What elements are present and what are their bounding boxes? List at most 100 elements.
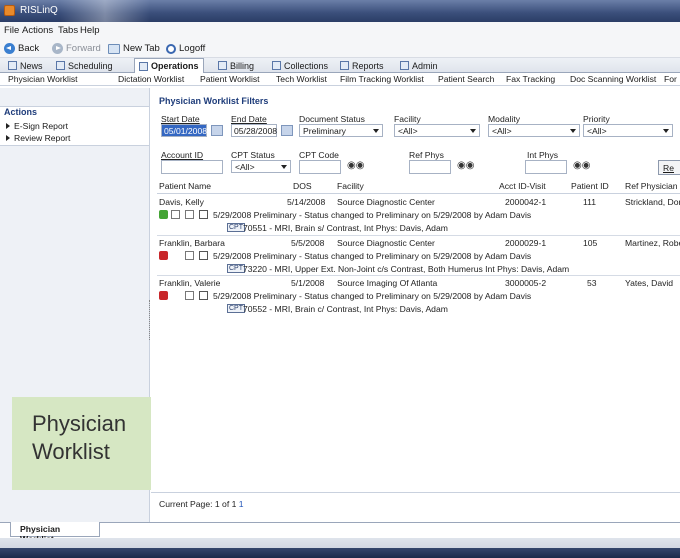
subtab-film-tracking[interactable]: Film Tracking Worklist (340, 74, 424, 84)
priority-label: Priority (583, 114, 610, 124)
page-link[interactable]: 1 (239, 499, 244, 509)
reports-icon (340, 61, 349, 70)
calendar-icon[interactable] (211, 125, 223, 136)
col-acct[interactable]: Acct ID-Visit (499, 181, 546, 191)
patient-id: 105 (583, 238, 598, 248)
forward-label: Forward (66, 43, 101, 54)
page-info: Current Page: 1 of 1 1 (159, 499, 244, 509)
binoculars-icon[interactable]: ◉◉ (573, 160, 590, 171)
select-checkbox[interactable] (171, 210, 180, 219)
tab-collections-label: Collections (284, 60, 329, 71)
taskbar-strip (0, 548, 680, 558)
tab-scheduling[interactable]: Scheduling (52, 58, 117, 73)
facility-label: Facility (394, 114, 421, 124)
refresh-button[interactable]: Re (658, 160, 680, 175)
billing-icon (218, 61, 227, 70)
tab-collections[interactable]: Collections (268, 58, 332, 73)
account-id-label: Account ID (161, 150, 204, 160)
worklist-subtabs: Physician Worklist Dictation Worklist Pa… (0, 73, 680, 86)
ref-phys-input[interactable] (409, 160, 451, 174)
calendar-icon[interactable] (281, 125, 293, 136)
menu-help[interactable]: Help (80, 25, 100, 36)
edit-icon[interactable] (185, 251, 194, 260)
menu-bar: File Actions Tabs Help (0, 22, 680, 38)
col-patient-id[interactable]: Patient ID (571, 181, 609, 191)
subtab-patient-search[interactable]: Patient Search (438, 74, 494, 84)
facility-select[interactable]: <All> (394, 124, 480, 137)
binoculars-icon[interactable]: ◉◉ (457, 160, 474, 171)
patient-name[interactable]: Davis, Kelly (159, 197, 204, 207)
subtab-patient-worklist[interactable]: Patient Worklist (200, 74, 260, 84)
subtab-fax-tracking[interactable]: Fax Tracking (506, 74, 555, 84)
chevron-down-icon (281, 165, 287, 169)
document-icon[interactable] (199, 291, 208, 300)
tab-reports-label: Reports (352, 60, 384, 71)
logoff-label: Logoff (179, 43, 206, 54)
document-icon[interactable] (199, 210, 208, 219)
start-date-input[interactable]: 05/01/2008 (161, 124, 207, 137)
priority-select[interactable]: <All> (583, 124, 673, 137)
patient-facility: Source Diagnostic Center (337, 238, 435, 248)
status-green-icon (159, 210, 168, 219)
patient-name[interactable]: Franklin, Valerie (159, 278, 220, 288)
tab-billing[interactable]: Billing (214, 58, 258, 73)
forward-arrow-icon (52, 43, 63, 54)
patient-id: 111 (583, 197, 597, 207)
patient-dos: 5/5/2008 (291, 238, 325, 248)
status-line: 5/29/2008 Preliminary - Status changed t… (213, 291, 532, 301)
int-phys-input[interactable] (525, 160, 567, 174)
status-red-icon (159, 291, 168, 300)
chevron-down-icon (663, 129, 669, 133)
tab-admin[interactable]: Admin (396, 58, 442, 73)
procedure-detail: 70552 - MRI, Brain c/ Contrast, Int Phys… (243, 304, 448, 314)
patient-acct: 2000042-1 (505, 197, 547, 207)
new-tab-button[interactable]: New Tab (108, 42, 160, 55)
chevron-down-icon (570, 129, 576, 133)
cpt-code-input[interactable] (299, 160, 341, 174)
tab-news[interactable]: News (4, 58, 47, 73)
patient-name[interactable]: Franklin, Barbara (159, 238, 225, 248)
cpt-status-label: CPT Status (231, 150, 275, 160)
col-ref-physician[interactable]: Ref Physician (625, 181, 678, 191)
col-patient-name[interactable]: Patient Name (159, 181, 211, 191)
tab-physician-worklist-bottom[interactable]: Physician Worklist (10, 522, 100, 544)
menu-file[interactable]: File (4, 25, 19, 36)
logoff-button[interactable]: Logoff (166, 42, 205, 55)
action-review-report[interactable]: Review Report (6, 133, 70, 143)
tab-news-label: News (20, 60, 43, 71)
page-label: Current Page: 1 of 1 (159, 499, 237, 509)
menu-actions[interactable]: Actions (22, 25, 53, 36)
row-divider (157, 235, 680, 236)
subtab-dictation-worklist[interactable]: Dictation Worklist (118, 74, 184, 84)
operations-icon (139, 61, 148, 71)
tab-reports[interactable]: Reports (336, 58, 388, 73)
binoculars-icon[interactable]: ◉◉ (347, 160, 364, 171)
new-tab-icon (108, 43, 120, 54)
subtab-tech-worklist[interactable]: Tech Worklist (276, 74, 327, 84)
modality-value: <All> (492, 126, 512, 136)
subtab-physician-worklist[interactable]: Physician Worklist (8, 74, 78, 84)
window-title: RISLinQ (20, 5, 58, 16)
tab-operations[interactable]: Operations (134, 58, 204, 74)
header-divider (157, 193, 680, 194)
edit-icon[interactable] (185, 210, 194, 219)
document-icon[interactable] (199, 251, 208, 260)
subtab-more[interactable]: For (664, 74, 677, 84)
col-dos[interactable]: DOS (293, 181, 312, 191)
edit-icon[interactable] (185, 291, 194, 300)
collections-icon (272, 61, 281, 70)
doc-status-select[interactable]: Preliminary (299, 124, 383, 137)
back-button[interactable]: Back (4, 42, 39, 55)
account-id-input[interactable] (161, 160, 223, 174)
col-facility[interactable]: Facility (337, 181, 364, 191)
action-esign-report[interactable]: E-Sign Report (6, 121, 68, 131)
triangle-right-icon (6, 123, 10, 129)
modality-select[interactable]: <All> (488, 124, 580, 137)
menu-tabs[interactable]: Tabs (58, 25, 78, 36)
end-date-input[interactable]: 05/28/2008 (231, 124, 277, 137)
subtab-doc-scanning[interactable]: Doc Scanning Worklist (570, 74, 656, 84)
title-glare (60, 0, 150, 22)
status-line: 5/29/2008 Preliminary - Status changed t… (213, 251, 532, 261)
forward-button[interactable]: Forward (52, 42, 101, 55)
cpt-status-select[interactable]: <All> (231, 160, 291, 173)
